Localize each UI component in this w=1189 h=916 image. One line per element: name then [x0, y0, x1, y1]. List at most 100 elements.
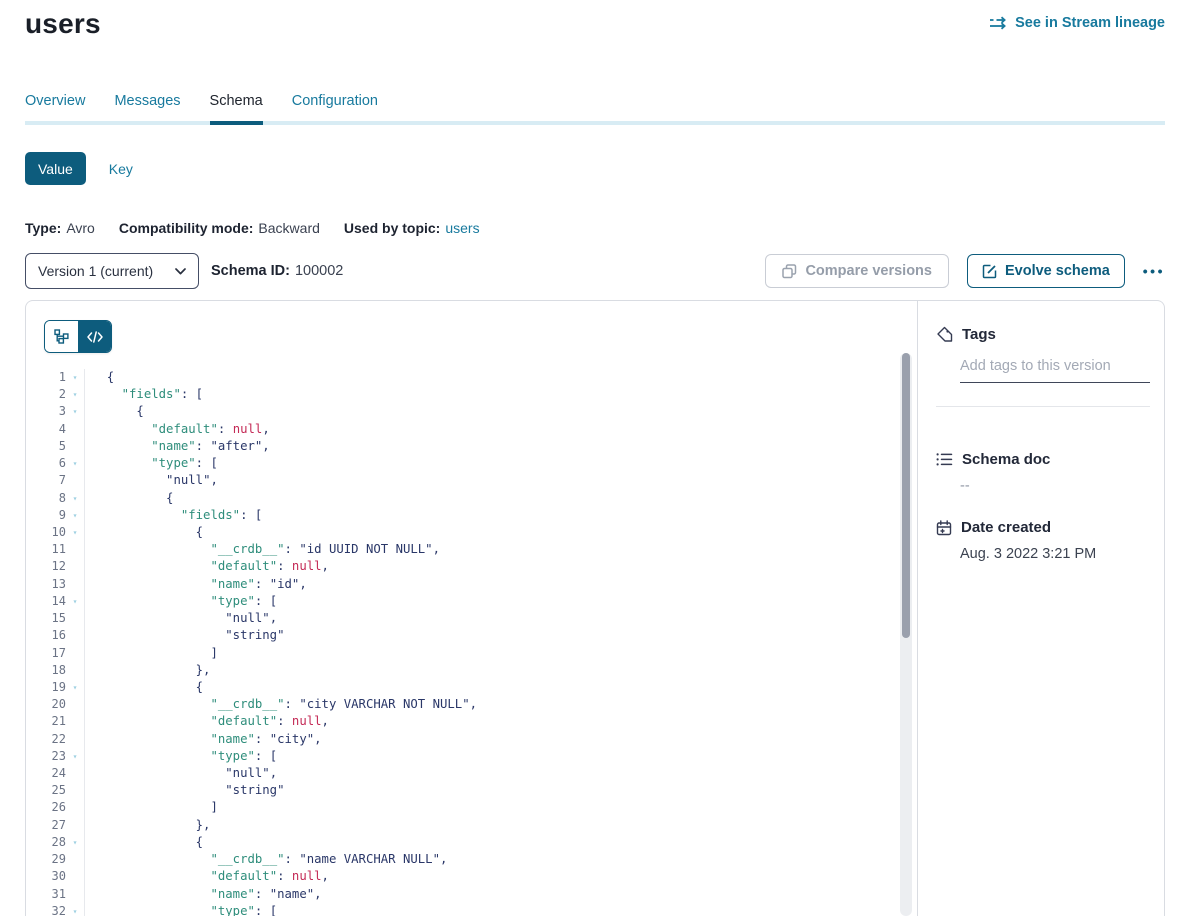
- stream-lineage-icon: [989, 16, 1008, 30]
- code-line: 15 "null",: [26, 610, 925, 627]
- line-number: 32: [26, 903, 66, 916]
- tab-schema[interactable]: Schema: [210, 89, 263, 125]
- line-number: 13: [26, 576, 66, 593]
- line-number: 27: [26, 817, 66, 834]
- fold-toggle-icon[interactable]: ▾: [66, 748, 85, 765]
- code-text: "null",: [85, 610, 277, 627]
- sidebar-divider: [936, 406, 1150, 407]
- code-text: "fields": [: [85, 386, 203, 403]
- editor-scrollbar-thumb[interactable]: [902, 353, 910, 638]
- line-number: 19: [26, 679, 66, 696]
- fold-toggle-icon[interactable]: ▾: [66, 386, 85, 403]
- line-number: 23: [26, 748, 66, 765]
- fold-toggle-icon[interactable]: ▾: [66, 403, 85, 420]
- fold-gutter: [66, 713, 85, 730]
- type-value: Avro: [66, 220, 95, 236]
- line-number: 9: [26, 507, 66, 524]
- version-dropdown[interactable]: Version 1 (current): [25, 253, 199, 289]
- line-number: 14: [26, 593, 66, 610]
- fold-gutter: [66, 610, 85, 627]
- line-number: 28: [26, 834, 66, 851]
- key-toggle-link[interactable]: Key: [109, 161, 133, 177]
- key-value-toggle: Value Key: [25, 152, 133, 185]
- code-line: 16 "string": [26, 627, 925, 644]
- fold-gutter: [66, 541, 85, 558]
- tab-messages[interactable]: Messages: [114, 89, 180, 125]
- code-line: 23▾ "type": [: [26, 748, 925, 765]
- stream-lineage-link[interactable]: See in Stream lineage: [989, 15, 1165, 31]
- fold-gutter: [66, 886, 85, 903]
- code-line: 11 "__crdb__": "id UUID NOT NULL",: [26, 541, 925, 558]
- fold-toggle-icon[interactable]: ▾: [66, 593, 85, 610]
- line-number: 17: [26, 645, 66, 662]
- fold-toggle-icon[interactable]: ▾: [66, 507, 85, 524]
- code-line: 5 "name": "after",: [26, 438, 925, 455]
- chevron-down-icon: [175, 268, 186, 275]
- schema-doc-heading: Schema doc: [936, 451, 1050, 468]
- line-number: 22: [26, 731, 66, 748]
- tab-configuration[interactable]: Configuration: [292, 89, 378, 125]
- line-number: 4: [26, 421, 66, 438]
- code-line: 26 ]: [26, 799, 925, 816]
- line-number: 30: [26, 868, 66, 885]
- code-line: 8▾ {: [26, 490, 925, 507]
- type-label: Type:: [25, 220, 61, 236]
- date-created-value: Aug. 3 2022 3:21 PM: [960, 546, 1096, 562]
- code-text: {: [85, 369, 114, 386]
- code-view-icon: [87, 331, 103, 343]
- code-text: "default": null,: [85, 868, 329, 885]
- fold-toggle-icon[interactable]: ▾: [66, 679, 85, 696]
- code-text: ]: [85, 645, 218, 662]
- topic-link[interactable]: users: [445, 220, 479, 236]
- code-text: "__crdb__": "id UUID NOT NULL",: [85, 541, 440, 558]
- tab-overview[interactable]: Overview: [25, 89, 85, 125]
- value-toggle-button[interactable]: Value: [25, 152, 86, 185]
- tree-view-button[interactable]: [45, 321, 78, 352]
- fold-toggle-icon[interactable]: ▾: [66, 834, 85, 851]
- evolve-schema-label: Evolve schema: [1005, 263, 1110, 279]
- fold-gutter: [66, 627, 85, 644]
- code-text: "name": "name",: [85, 886, 322, 903]
- fold-gutter: [66, 472, 85, 489]
- line-number: 10: [26, 524, 66, 541]
- code-line: 1▾ {: [26, 369, 925, 386]
- list-icon: [936, 452, 953, 467]
- fold-gutter: [66, 817, 85, 834]
- date-created-heading: Date created: [936, 519, 1051, 536]
- evolve-schema-button[interactable]: Evolve schema: [967, 254, 1125, 288]
- line-number: 5: [26, 438, 66, 455]
- line-number: 24: [26, 765, 66, 782]
- code-text: {: [85, 403, 144, 420]
- code-line: 7 "null",: [26, 472, 925, 489]
- code-text: },: [85, 817, 210, 834]
- code-text: "null",: [85, 472, 218, 489]
- fold-toggle-icon[interactable]: ▾: [66, 524, 85, 541]
- fold-toggle-icon[interactable]: ▾: [66, 455, 85, 472]
- tree-view-icon: [54, 329, 69, 344]
- schema-sidebar: Tags Schema doc --: [917, 301, 1164, 916]
- schema-id-label: Schema ID:: [211, 263, 290, 279]
- tags-heading-label: Tags: [962, 326, 996, 343]
- code-line: 14▾ "type": [: [26, 593, 925, 610]
- code-line: 10▾ {: [26, 524, 925, 541]
- fold-gutter: [66, 799, 85, 816]
- add-tags-input[interactable]: [960, 354, 1150, 383]
- tags-section-heading: Tags: [936, 326, 996, 343]
- code-text: {: [85, 679, 203, 696]
- fold-toggle-icon[interactable]: ▾: [66, 369, 85, 386]
- tab-bar: Overview Messages Schema Configuration: [25, 89, 1165, 125]
- compare-versions-button[interactable]: Compare versions: [765, 254, 949, 288]
- code-text: "__crdb__": "city VARCHAR NOT NULL",: [85, 696, 477, 713]
- fold-toggle-icon[interactable]: ▾: [66, 490, 85, 507]
- copy-icon: [782, 264, 797, 279]
- code-text: "__crdb__": "name VARCHAR NULL",: [85, 851, 447, 868]
- code-line: 20 "__crdb__": "city VARCHAR NOT NULL",: [26, 696, 925, 713]
- code-view-button[interactable]: [78, 321, 111, 352]
- editor-view-toggle: [44, 320, 112, 353]
- more-actions-button[interactable]: •••: [1143, 263, 1165, 279]
- code-line: 12 "default": null,: [26, 558, 925, 575]
- compare-versions-label: Compare versions: [805, 263, 932, 279]
- fold-toggle-icon[interactable]: ▾: [66, 903, 85, 916]
- line-number: 29: [26, 851, 66, 868]
- line-number: 20: [26, 696, 66, 713]
